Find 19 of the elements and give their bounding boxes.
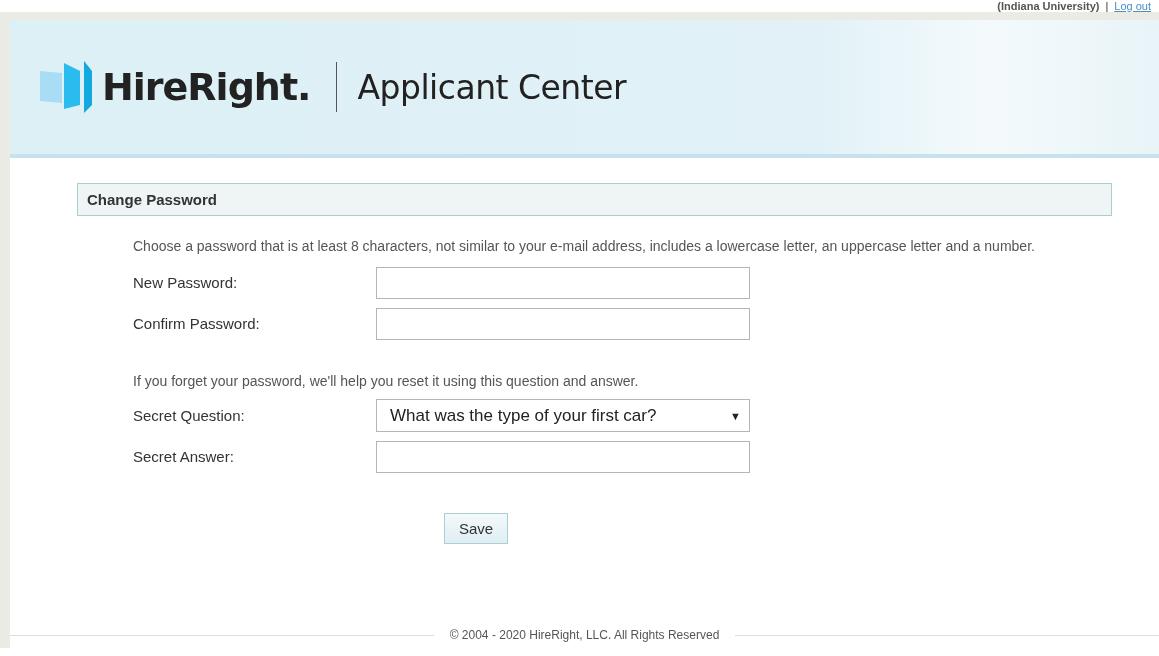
copyright-text: © 2004 - 2020 HireRight, LLC. All Rights Reserved [448,628,721,642]
save-button[interactable]: Save [444,513,509,544]
field-label: Secret Answer: [133,448,235,465]
brand-name: HireRight. [102,65,311,109]
password-field[interactable] [376,307,750,340]
panel-title: Change Password [77,183,1112,216]
organization-name: (Indiana University) [997,0,1100,12]
secret-answer-field[interactable] [376,440,750,473]
product-name: Applicant Center [357,67,627,107]
field-label: Confirm Password: [133,315,261,332]
logout-link[interactable]: Log out [1114,0,1151,12]
password-rules: Choose a password that is at least 8 characters, not similar to your e-mail address, includes a lowercase letter, an uppercase letter and a number. [133,238,1036,254]
separator: | [1105,0,1109,12]
password-field[interactable] [376,266,750,299]
secret-question-dropdown[interactable]: What was the type of your first car? ▼ [376,399,750,432]
logo-icon [40,61,92,113]
security-note: If you forget your password, we'll help you reset it using this question and answer. [133,373,640,389]
field-label: New Password: [133,274,239,291]
field-label: Secret Question: [133,407,246,424]
